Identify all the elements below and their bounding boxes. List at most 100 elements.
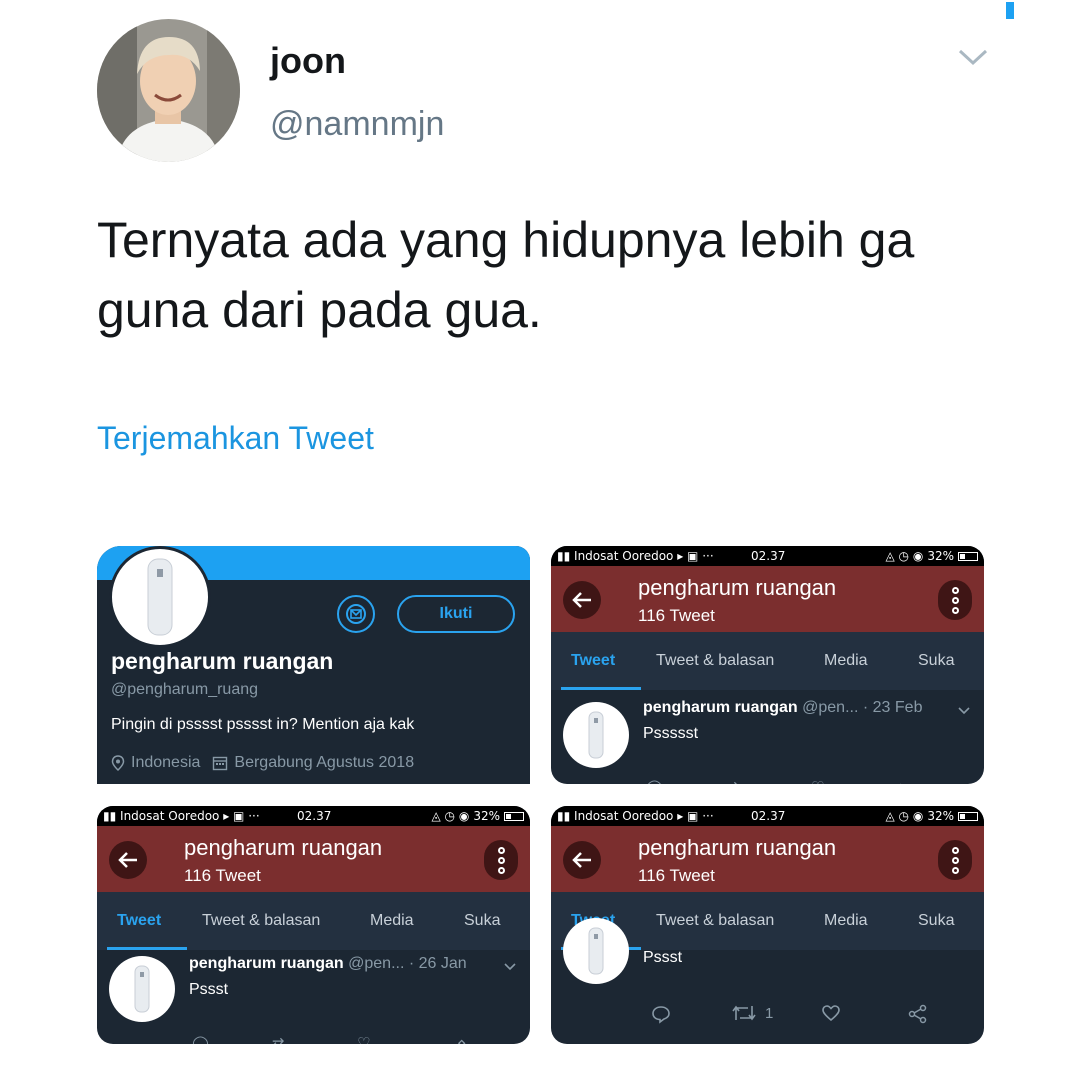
battery-percent: 32% (927, 809, 954, 823)
calendar-icon (213, 756, 228, 771)
retweet-icon[interactable]: ⇄ (272, 1034, 285, 1044)
tab-likes[interactable]: Suka (464, 912, 500, 930)
status-time: 02.37 (751, 549, 786, 563)
status-bar: ▮▮ Indosat Ooredoo ▸ ▣ ··· 02.37 ◬ ◷ ◉ 32… (97, 806, 530, 826)
status-time: 02.37 (751, 809, 786, 823)
active-tab-indicator (107, 947, 187, 950)
more-options-button[interactable] (938, 840, 972, 880)
tweet-actions: 1 (641, 1004, 941, 1024)
tab-tweet[interactable]: Tweet (571, 652, 615, 670)
tab-likes[interactable]: Suka (918, 652, 954, 670)
profile-name: pengharum ruangan (111, 648, 334, 674)
signal-icon: ▮▮ (103, 809, 121, 823)
reply-icon[interactable] (651, 1004, 671, 1024)
retweet-count: 1 (765, 1004, 774, 1022)
tab-tweet-replies[interactable]: Tweet & balasan (656, 912, 774, 930)
scroll-indicator (1006, 2, 1014, 19)
attached-image-3[interactable]: ▮▮ Indosat Ooredoo ▸ ▣ ··· 02.37 ◬ ◷ ◉ 32… (97, 806, 530, 1044)
tweet-text: Pssst (643, 949, 683, 966)
tweet-author: pengharum ruangan @pen... · 26 Jan (189, 955, 467, 972)
chevron-down-icon[interactable] (504, 963, 516, 971)
app-header: pengharum ruangan 116 Tweet (97, 826, 530, 892)
author-display-name[interactable]: joon (270, 40, 346, 82)
battery-icon (504, 811, 524, 821)
message-button[interactable] (337, 595, 375, 633)
status-bar: ▮▮ Indosat Ooredoo ▸ ▣ ··· 02.37 ◬ ◷ ◉ 32… (551, 546, 984, 566)
back-button[interactable] (563, 581, 601, 619)
tweet-text: Pssssst (643, 725, 699, 742)
app-header: pengharum ruangan 116 Tweet (551, 566, 984, 632)
profile-tabs: Tweet Tweet & balasan Media Suka (551, 632, 984, 690)
profile-joined-date: Bergabung Agustus 2018 (234, 754, 415, 771)
like-icon[interactable]: ♡ (357, 1034, 370, 1044)
location-pin-icon (111, 755, 125, 771)
status-icons: ◬ ◷ ◉ (431, 809, 470, 823)
retweet-icon[interactable]: ⇄ (726, 778, 739, 784)
tweet-actions: ◯ ⇄ ♡ ⋄ (641, 778, 941, 784)
tweet-actions: ◯ ⇄ ♡ ⋄ (187, 1034, 487, 1044)
like-icon[interactable]: ♡ (811, 778, 824, 784)
attached-image-2[interactable]: ▮▮ Indosat Ooredoo ▸ ▣ ··· 02.37 ◬ ◷ ◉ 32… (551, 546, 984, 784)
tweet-text: Ternyata ada yang hidupnya lebih ga guna… (97, 212, 915, 338)
battery-icon (958, 811, 978, 821)
tab-tweet[interactable]: Tweet (117, 912, 161, 930)
chevron-down-icon[interactable] (955, 45, 991, 69)
author-avatar[interactable] (97, 19, 240, 162)
profile-bio: Pingin di psssst psssst in? Mention aja … (111, 716, 415, 733)
retweet-icon[interactable]: 1 (731, 1004, 773, 1022)
tweet-avatar[interactable] (563, 702, 629, 768)
tweet-count: 116 Tweet (184, 866, 261, 885)
envelope-icon (346, 604, 366, 624)
app-title: pengharum ruangan (638, 575, 837, 600)
profile-handle: @pengharum_ruang (111, 681, 259, 698)
carrier-label: Indosat Ooredoo (120, 809, 220, 823)
more-options-button[interactable] (484, 840, 518, 880)
translate-tweet-link[interactable]: Terjemahkan Tweet (97, 420, 374, 457)
profile-location: Indonesia (131, 754, 201, 771)
tab-media[interactable]: Media (824, 652, 868, 670)
status-icons: ◬ ◷ ◉ (885, 549, 924, 563)
more-options-button[interactable] (938, 580, 972, 620)
share-icon[interactable]: ⋄ (896, 778, 905, 784)
tweet-count: 116 Tweet (638, 866, 715, 885)
tab-tweet-replies[interactable]: Tweet & balasan (202, 912, 320, 930)
tweet-author: pengharum ruangan @pen... · 23 Feb (643, 699, 923, 716)
tweet-avatar[interactable] (109, 956, 175, 1022)
carrier-label: Indosat Ooredoo (574, 809, 674, 823)
battery-percent: 32% (927, 549, 954, 563)
chevron-down-icon[interactable] (958, 707, 970, 715)
back-button[interactable] (563, 841, 601, 879)
attached-image-4[interactable]: ▮▮ Indosat Ooredoo ▸ ▣ ··· 02.37 ◬ ◷ ◉ 32… (551, 806, 984, 1044)
tab-tweet-replies[interactable]: Tweet & balasan (656, 652, 774, 670)
arrow-left-icon (118, 852, 137, 868)
profile-tabs: Tweet Tweet & balasan Media Suka (97, 892, 530, 950)
tab-media[interactable]: Media (824, 912, 868, 930)
follow-button[interactable]: Ikuti (397, 595, 515, 633)
share-icon[interactable] (908, 1004, 928, 1024)
carrier-label: Indosat Ooredoo (574, 549, 674, 563)
like-icon[interactable] (821, 1004, 841, 1022)
app-title: pengharum ruangan (638, 835, 837, 860)
tweet-avatar[interactable] (563, 918, 629, 984)
share-icon[interactable]: ⋄ (457, 1034, 466, 1044)
tab-likes[interactable]: Suka (918, 912, 954, 930)
arrow-left-icon (572, 592, 591, 608)
tab-media[interactable]: Media (370, 912, 414, 930)
profile-avatar[interactable] (109, 546, 211, 648)
author-handle[interactable]: @namnmjn (270, 105, 444, 144)
battery-icon (958, 551, 978, 561)
tweet-text: Pssst (189, 981, 229, 998)
signal-icon: ▮▮ (557, 809, 575, 823)
tweet-count: 116 Tweet (638, 606, 715, 625)
back-button[interactable] (109, 841, 147, 879)
active-tab-indicator (561, 687, 641, 690)
app-title: pengharum ruangan (184, 835, 383, 860)
arrow-left-icon (572, 852, 591, 868)
attached-image-profile[interactable]: Ikuti pengharum ruangan @pengharum_ruang… (97, 546, 530, 784)
reply-icon[interactable]: ◯ (192, 1034, 209, 1044)
battery-percent: 32% (473, 809, 500, 823)
app-header: pengharum ruangan 116 Tweet (551, 826, 984, 892)
reply-icon[interactable]: ◯ (646, 778, 663, 784)
status-bar: ▮▮ Indosat Ooredoo ▸ ▣ ··· 02.37 ◬ ◷ ◉ 32… (551, 806, 984, 826)
status-icons: ◬ ◷ ◉ (885, 809, 924, 823)
